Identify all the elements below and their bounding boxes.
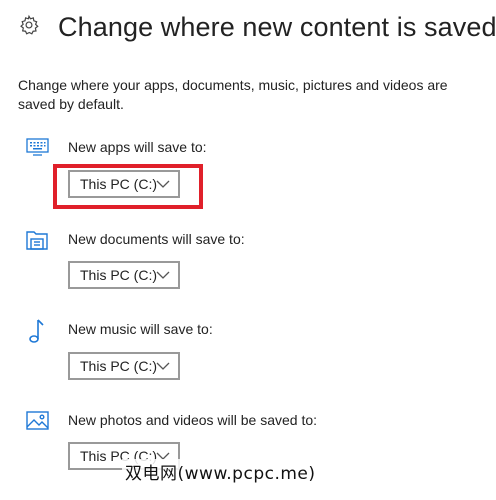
page-description: Change where your apps, documents, music… <box>18 77 448 112</box>
gear-icon <box>20 14 39 35</box>
music-save-location-dropdown[interactable]: This PC (C:) <box>68 352 180 380</box>
highlight-box <box>53 164 203 209</box>
documents-save-label: New documents will save to: <box>68 231 245 247</box>
dropdown-value: This PC (C:) <box>80 358 157 374</box>
documents-folder-icon <box>26 231 48 250</box>
music-save-label: New music will save to: <box>68 321 213 337</box>
picture-icon <box>26 411 49 430</box>
watermark: 双电网(www.pcpc.me) <box>122 459 319 484</box>
music-note-icon <box>29 319 44 343</box>
chevron-down-icon <box>156 271 170 279</box>
monitor-icon <box>26 138 49 156</box>
apps-save-label: New apps will save to: <box>68 139 207 155</box>
documents-save-location-dropdown[interactable]: This PC (C:) <box>68 261 180 289</box>
photos-videos-save-label: New photos and videos will be saved to: <box>68 412 318 428</box>
dropdown-value: This PC (C:) <box>80 267 157 283</box>
chevron-down-icon <box>156 362 170 370</box>
page-header <box>18 14 40 36</box>
page-title: Change where new content is saved <box>58 12 496 42</box>
